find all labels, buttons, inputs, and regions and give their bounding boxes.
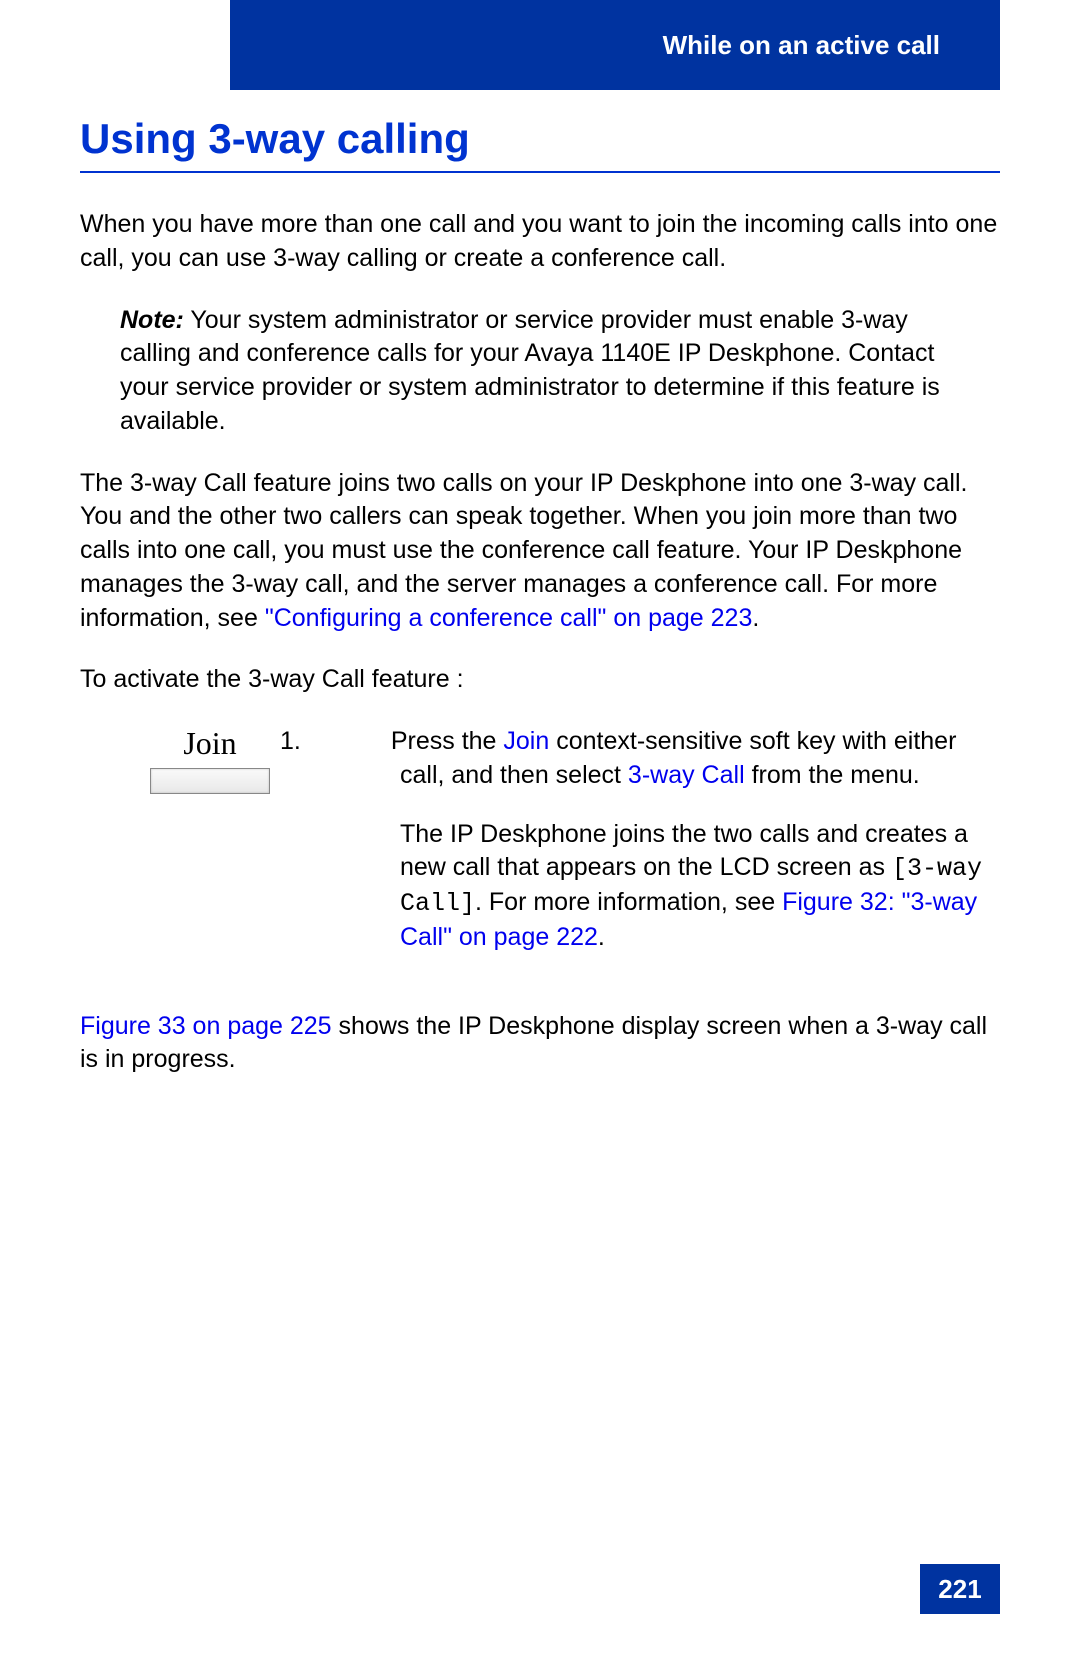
feature-description: The 3-way Call feature joins two calls o… bbox=[80, 467, 1000, 636]
step-row: Join 1. Press the Join context-sensitive… bbox=[80, 725, 1000, 980]
link-conference-call[interactable]: "Configuring a conference call" on page … bbox=[265, 604, 753, 632]
note-block: Note: Your system administrator or servi… bbox=[120, 304, 980, 439]
page-number-value: 221 bbox=[938, 1574, 981, 1605]
step1b-post: . bbox=[598, 923, 605, 951]
step-1: 1. Press the Join context-sensitive soft… bbox=[340, 725, 1000, 793]
header-banner: While on an active call bbox=[230, 0, 1000, 90]
step-text: 1. Press the Join context-sensitive soft… bbox=[340, 725, 1000, 980]
step1-pre: Press the bbox=[391, 727, 504, 755]
softkey-label: Join bbox=[80, 725, 340, 762]
page-number: 221 bbox=[920, 1564, 1000, 1614]
softkey-illustration: Join bbox=[80, 725, 340, 980]
note-text: Your system administrator or service pro… bbox=[120, 306, 940, 435]
step-1-continued: The IP Deskphone joins the two calls and… bbox=[340, 818, 1000, 955]
link-join[interactable]: Join bbox=[503, 727, 549, 755]
note-label: Note: bbox=[120, 306, 184, 334]
page-content: Using 3-way calling When you have more t… bbox=[80, 115, 1000, 1105]
intro-paragraph: When you have more than one call and you… bbox=[80, 208, 1000, 276]
activate-instruction: To activate the 3-way Call feature : bbox=[80, 663, 1000, 697]
para2-post: . bbox=[752, 604, 759, 632]
step1-post1: from the menu. bbox=[745, 761, 920, 789]
closing-paragraph: Figure 33 on page 225 shows the IP Deskp… bbox=[80, 1010, 1000, 1078]
section-title: Using 3-way calling bbox=[80, 115, 1000, 163]
chapter-title: While on an active call bbox=[663, 30, 940, 61]
step1b-mid: . For more information, see bbox=[475, 888, 782, 916]
link-3way-call[interactable]: 3-way Call bbox=[628, 761, 745, 789]
softkey-button-icon bbox=[150, 768, 270, 794]
step-number: 1. bbox=[340, 725, 370, 759]
link-figure-33[interactable]: Figure 33 on page 225 bbox=[80, 1012, 332, 1040]
title-underline bbox=[80, 171, 1000, 173]
step1b-pre: The IP Deskphone joins the two calls and… bbox=[400, 820, 968, 882]
